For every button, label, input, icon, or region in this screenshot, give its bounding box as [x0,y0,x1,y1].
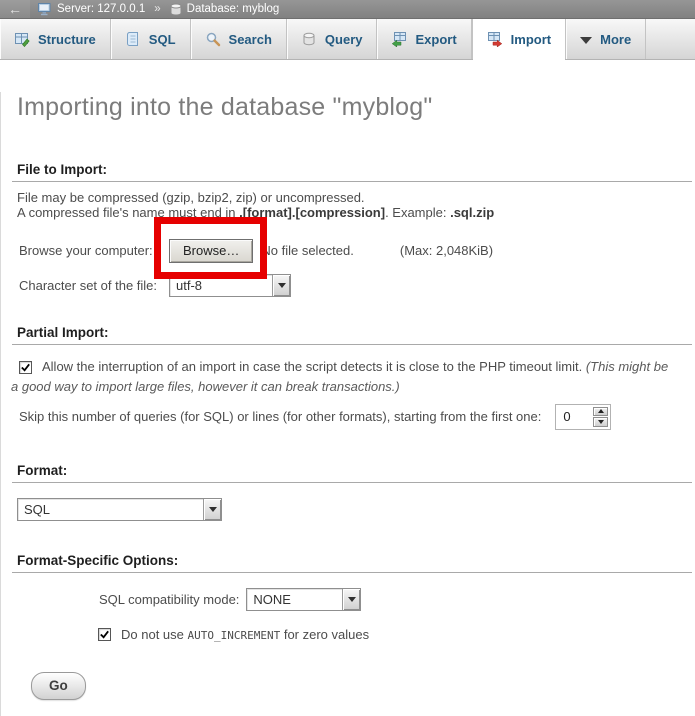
section-heading-format-options: Format-Specific Options: [12,553,692,573]
auto-increment-label: Do not use AUTO_INCREMENT for zero value… [121,627,369,642]
browse-label: Browse your computer: [19,243,169,258]
page-title: Importing into the database "myblog" [17,92,679,122]
auto-increment-code: AUTO_INCREMENT [188,629,281,642]
skip-queries-value: 0 [558,407,593,427]
file-import-description: File may be compressed (gzip, bzip2, zip… [17,190,679,220]
skip-queries-stepper[interactable]: 0 [555,404,611,430]
tab-label: Import [511,32,551,47]
phpmyadmin-import-page: ← Server: 127.0.0.1 » Database: myblog [0,0,695,716]
naming-rule-mid: . Example: [385,205,450,220]
no-file-selected-text: No file selected. [261,243,354,258]
tab-label: Structure [38,32,96,47]
compress-info-line: File may be compressed (gzip, bzip2, zip… [17,190,365,205]
tab-label: More [600,32,631,47]
skip-queries-label: Skip this number of queries (for SQL) or… [19,409,541,424]
import-icon [487,31,503,47]
auto-increment-checkbox[interactable] [98,628,111,641]
format-row: SQL [1,497,695,521]
breadcrumb: Server: 127.0.0.1 » Database: myblog [38,3,279,16]
max-size-text: (Max: 2,048KiB) [400,243,493,258]
allow-interruption-checkbox[interactable] [19,361,32,374]
tab-import[interactable]: Import [472,19,566,59]
browse-row: Browse your computer: Browse… No file se… [1,238,695,263]
section-heading-file-to-import: File to Import: [12,162,692,182]
section-heading-partial-import: Partial Import: [12,325,692,345]
breadcrumb-bar: ← Server: 127.0.0.1 » Database: myblog [0,0,695,19]
back-arrow-icon[interactable]: ← [0,0,30,18]
tab-label: Search [229,32,272,47]
tab-structure[interactable]: Structure [0,19,111,59]
tab-search[interactable]: Search [191,19,287,59]
chevron-down-icon [580,37,592,44]
auto-increment-prefix: Do not use [121,627,188,642]
breadcrumb-separator: » [154,3,160,15]
tab-bar: Structure SQL Search [0,19,695,60]
format-selected-value: SQL [18,499,203,520]
tab-export[interactable]: Export [377,19,471,59]
charset-label: Character set of the file: [19,278,169,293]
breadcrumb-server-link[interactable]: Server: 127.0.0.1 [57,3,145,15]
tab-label: SQL [149,32,176,47]
tab-sql[interactable]: SQL [111,19,191,59]
auto-increment-row: Do not use AUTO_INCREMENT for zero value… [1,627,695,642]
structure-icon [14,31,30,47]
server-icon [38,3,52,16]
sql-compatibility-row: SQL compatibility mode: NONE [1,587,695,612]
tab-label: Export [415,32,456,47]
dropdown-arrow-icon[interactable] [272,275,290,296]
format-select[interactable]: SQL [17,498,222,521]
tab-query[interactable]: Query [287,19,378,59]
import-form: Importing into the database "myblog" Fil… [0,92,695,716]
dropdown-arrow-icon[interactable] [203,499,221,520]
charset-row: Character set of the file: utf-8 [1,273,695,297]
tab-label: Query [325,32,363,47]
checkmark-icon [20,362,31,373]
go-button[interactable]: Go [31,672,86,700]
allow-interruption-row: Allow the interruption of an import in c… [11,357,679,396]
annotation-highlight-box [154,217,267,279]
auto-increment-suffix: for zero values [280,627,369,642]
sql-icon [125,31,141,47]
dropdown-arrow-icon[interactable] [342,589,360,610]
database-icon [170,3,182,16]
allow-interruption-label: Allow the interruption of an import in c… [42,359,586,374]
stepper-up-button[interactable] [593,407,608,417]
tab-more[interactable]: More [566,19,646,59]
stepper-down-button[interactable] [593,417,608,427]
query-icon [301,31,317,47]
skip-queries-row: Skip this number of queries (for SQL) or… [1,403,695,430]
sql-compatibility-label: SQL compatibility mode: [99,592,239,607]
checkmark-icon [99,629,110,640]
section-heading-format: Format: [12,463,692,483]
naming-rule-example: .sql.zip [450,205,494,220]
breadcrumb-database-link[interactable]: Database: myblog [187,3,280,15]
sql-compatibility-select[interactable]: NONE [246,588,361,611]
export-icon [391,31,407,47]
sql-compatibility-value: NONE [247,589,342,610]
search-icon [205,31,221,47]
